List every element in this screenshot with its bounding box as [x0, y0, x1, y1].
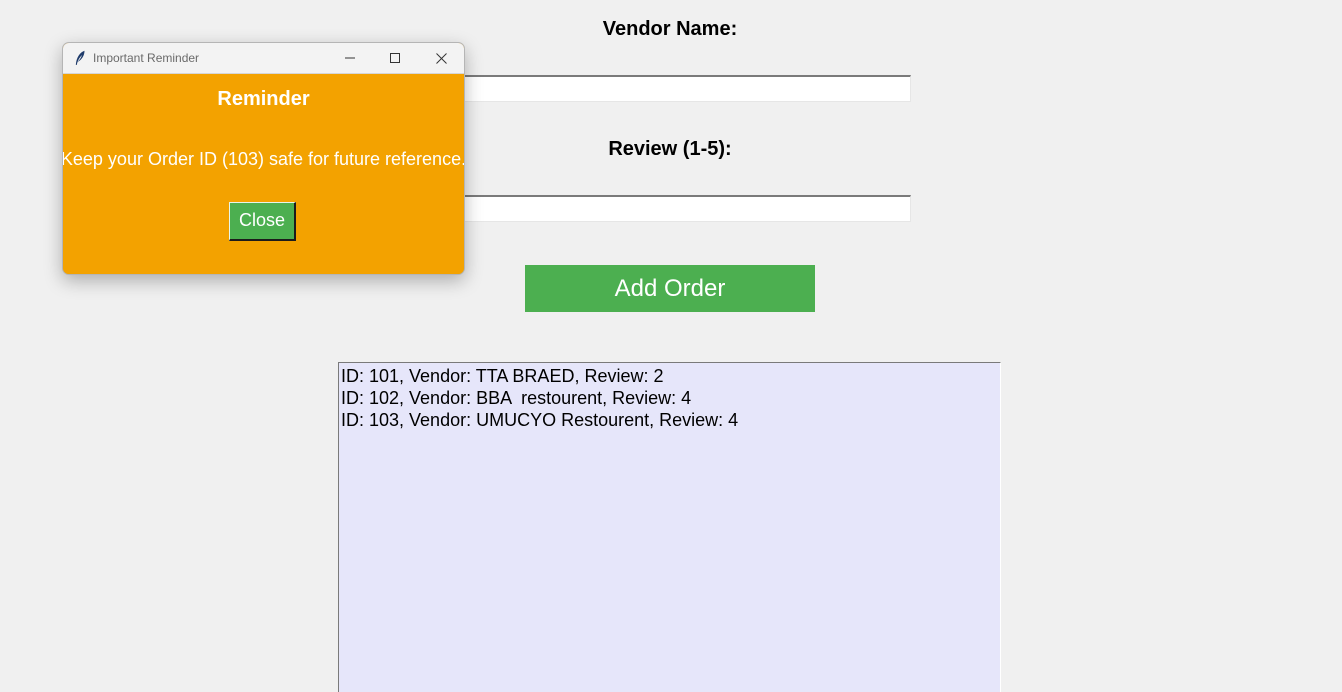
dialog-title: Important Reminder — [93, 51, 200, 65]
reminder-dialog: Important Reminder Reminder Keep your Or… — [62, 42, 465, 275]
add-order-button[interactable]: Add Order — [525, 265, 815, 312]
vendor-name-input[interactable] — [428, 75, 911, 102]
dialog-titlebar[interactable]: Important Reminder — [63, 43, 464, 74]
vendor-name-label: Vendor Name: — [602, 18, 738, 40]
dialog-content: Reminder Keep your Order ID (103) safe f… — [63, 74, 464, 274]
feather-icon — [74, 50, 86, 66]
reminder-message: Keep your Order ID (103) safe for future… — [63, 149, 464, 169]
list-item[interactable]: ID: 103, Vendor: UMUCYO Restourent, Revi… — [341, 409, 1000, 431]
minimize-icon[interactable] — [327, 43, 373, 73]
list-item[interactable]: ID: 101, Vendor: TTA BRAED, Review: 2 — [341, 365, 1000, 387]
dialog-body: Reminder Keep your Order ID (103) safe f… — [63, 74, 464, 274]
close-icon[interactable] — [418, 43, 464, 73]
close-button[interactable]: Close — [229, 202, 296, 241]
maximize-icon[interactable] — [372, 43, 418, 73]
review-input[interactable] — [428, 195, 911, 222]
reminder-heading: Reminder — [217, 88, 310, 110]
orders-listbox[interactable]: ID: 101, Vendor: TTA BRAED, Review: 2 ID… — [338, 362, 1001, 692]
list-item[interactable]: ID: 102, Vendor: BBA restourent, Review:… — [341, 387, 1000, 409]
